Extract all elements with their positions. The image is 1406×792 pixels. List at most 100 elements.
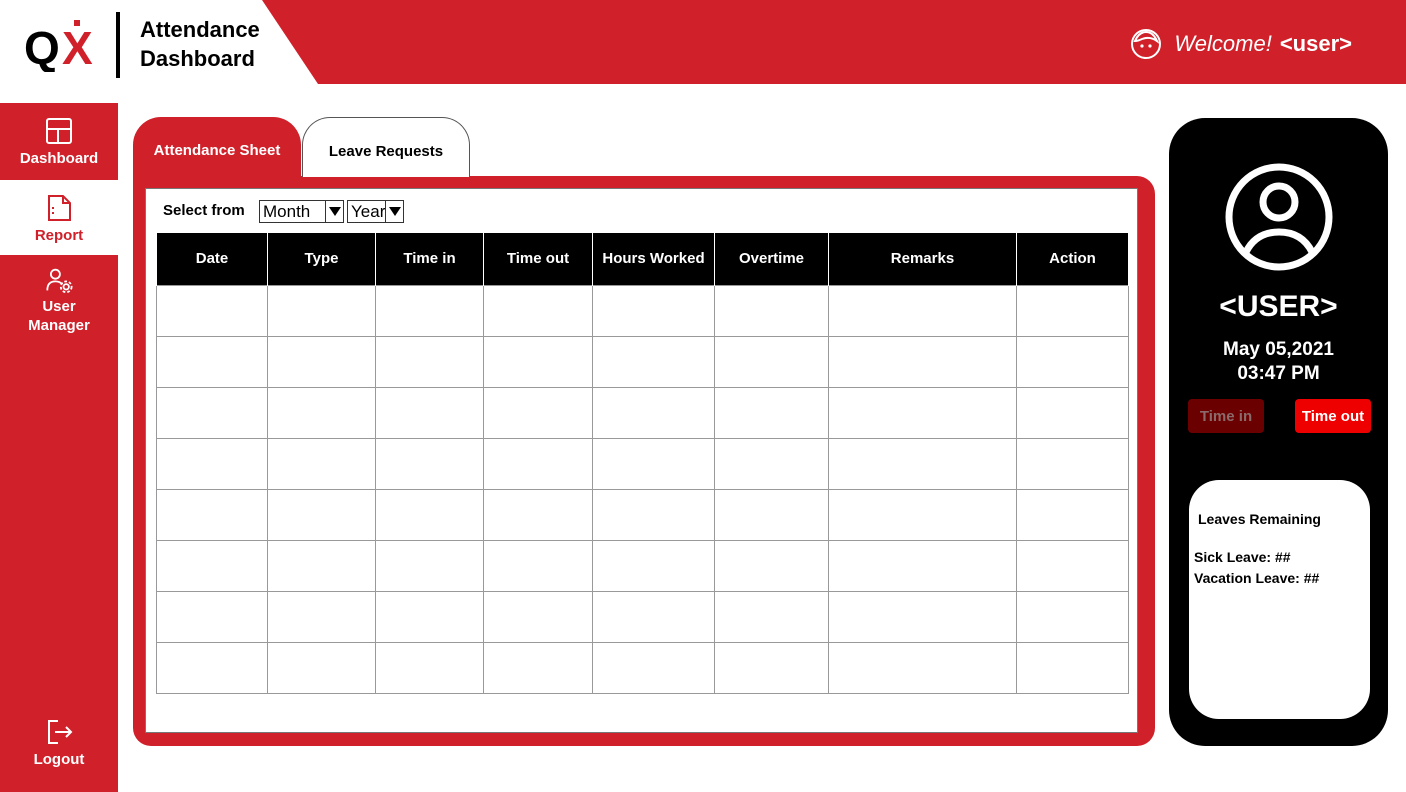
month-select[interactable]: Month	[259, 200, 344, 223]
user-manager-icon	[46, 268, 73, 294]
app-title-line2: Dashboard	[140, 46, 255, 71]
table-cell-type	[267, 437, 376, 490]
table-cell-date	[156, 335, 268, 388]
table-cell-hours-worked	[592, 539, 715, 592]
table-cell-type	[267, 386, 376, 439]
table-cell-action[interactable]	[1016, 335, 1129, 388]
table-row	[156, 590, 1129, 643]
table-cell-overtime	[714, 335, 829, 388]
table-row	[156, 386, 1129, 439]
sidebar-item-report[interactable]: Report	[0, 180, 118, 255]
header-username: <user>	[1279, 31, 1352, 56]
time-in-button[interactable]: Time in	[1188, 399, 1264, 433]
table-cell-date	[156, 539, 268, 592]
dashboard-icon	[46, 118, 72, 144]
column-header-date[interactable]: Date	[156, 233, 268, 285]
table-cell-time-in	[375, 284, 484, 337]
column-header-time-out[interactable]: Time out	[483, 233, 593, 285]
table-row	[156, 437, 1129, 490]
logo-divider	[116, 12, 120, 78]
column-header-remarks[interactable]: Remarks	[828, 233, 1017, 285]
table-cell-remarks	[828, 335, 1017, 388]
report-icon	[48, 195, 71, 221]
table-cell-hours-worked	[592, 641, 715, 694]
table-cell-action[interactable]	[1016, 590, 1129, 643]
month-select-value: Month	[263, 201, 311, 221]
sidebar-item-label: Dashboard	[19, 150, 99, 167]
table-cell-overtime	[714, 488, 829, 541]
qx-logo: Q X	[24, 20, 93, 72]
chevron-down-icon	[385, 201, 403, 222]
table-cell-action[interactable]	[1016, 641, 1129, 694]
vacation-leave-count: Vacation Leave: ##	[1194, 570, 1320, 586]
sidebar-item-label-line1: User	[42, 298, 76, 315]
table-cell-remarks	[828, 437, 1017, 490]
table-body	[156, 284, 1129, 694]
table-cell-hours-worked	[592, 284, 715, 337]
table-cell-time-out	[483, 539, 593, 592]
table-cell-overtime	[714, 284, 829, 337]
table-cell-remarks	[828, 590, 1017, 643]
table-cell-hours-worked	[592, 488, 715, 541]
table-cell-time-out	[483, 284, 593, 337]
table-header-row: Date Type Time in Time out Hours Worked …	[156, 233, 1129, 285]
table-cell-overtime	[714, 539, 829, 592]
table-row	[156, 539, 1129, 592]
user-avatar-icon	[1225, 163, 1333, 271]
table-cell-time-in	[375, 335, 484, 388]
card-username: <USER>	[1219, 290, 1338, 323]
table-cell-time-out	[483, 437, 593, 490]
attendance-table: Date Type Time in Time out Hours Worked …	[156, 233, 1129, 694]
table-row	[156, 488, 1129, 541]
table-cell-action[interactable]	[1016, 284, 1129, 337]
column-header-overtime[interactable]: Overtime	[714, 233, 829, 285]
table-cell-type	[267, 335, 376, 388]
sidebar-item-label: Report	[34, 227, 84, 244]
table-cell-overtime	[714, 641, 829, 694]
table-cell-remarks	[828, 284, 1017, 337]
table-cell-overtime	[714, 590, 829, 643]
table-cell-time-in	[375, 641, 484, 694]
card-date: May 05,2021	[1223, 339, 1334, 360]
app-title: Attendance Dashboard	[140, 15, 260, 73]
column-header-type[interactable]: Type	[267, 233, 376, 285]
table-cell-time-in	[375, 539, 484, 592]
table-cell-time-out	[483, 641, 593, 694]
table-cell-time-out	[483, 335, 593, 388]
year-select[interactable]: Year	[347, 200, 404, 223]
year-select-value: Year	[351, 201, 386, 221]
tab-leave-requests[interactable]: Leave Requests	[302, 117, 470, 177]
column-header-action[interactable]: Action	[1016, 233, 1129, 285]
table-cell-remarks	[828, 386, 1017, 439]
column-header-time-in[interactable]: Time in	[375, 233, 484, 285]
table-cell-remarks	[828, 641, 1017, 694]
sidebar-item-dashboard[interactable]: Dashboard	[0, 103, 118, 180]
table-cell-overtime	[714, 386, 829, 439]
table-cell-overtime	[714, 437, 829, 490]
select-from-label: Select from	[163, 202, 245, 219]
table-cell-type	[267, 488, 376, 541]
column-header-hours-worked[interactable]: Hours Worked	[592, 233, 715, 285]
table-cell-action[interactable]	[1016, 386, 1129, 439]
table-cell-type	[267, 641, 376, 694]
svg-text:X: X	[62, 22, 93, 72]
table-cell-date	[156, 284, 268, 337]
table-cell-action[interactable]	[1016, 539, 1129, 592]
table-cell-time-in	[375, 590, 484, 643]
time-out-button[interactable]: Time out	[1295, 399, 1371, 433]
table-cell-remarks	[828, 488, 1017, 541]
table-cell-date	[156, 488, 268, 541]
welcome-area: Welcome! <user>	[1130, 28, 1352, 60]
tab-attendance-sheet[interactable]: Attendance Sheet	[133, 117, 301, 179]
user-face-icon[interactable]	[1130, 28, 1162, 60]
sick-leave-count: Sick Leave: ##	[1194, 549, 1291, 565]
table-cell-time-in	[375, 437, 484, 490]
welcome-text: Welcome!	[1174, 31, 1272, 56]
sidebar-item-label: Logout	[33, 751, 85, 768]
table-row	[156, 641, 1129, 694]
table-cell-action[interactable]	[1016, 437, 1129, 490]
sidebar-item-logout[interactable]: Logout	[0, 715, 118, 775]
table-cell-action[interactable]	[1016, 488, 1129, 541]
sidebar-item-user-manager[interactable]: User Manager	[0, 255, 118, 335]
table-cell-date	[156, 437, 268, 490]
